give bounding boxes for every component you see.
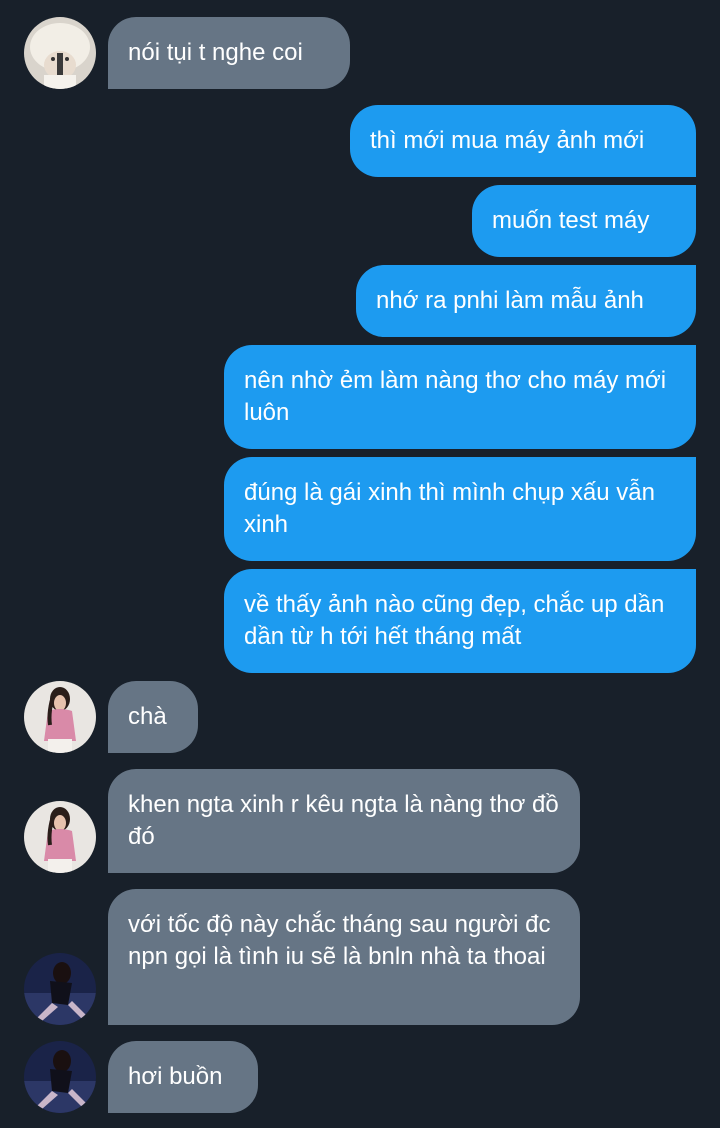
message-bubble-incoming[interactable]: hơi buồn [108, 1041, 258, 1113]
message-text: chà [128, 703, 167, 730]
message-bubble-outgoing[interactable]: thì mới mua máy ảnh mới [350, 105, 696, 177]
message-bubble-outgoing[interactable]: nên nhờ ẻm làm nàng thơ cho máy mới luôn [224, 345, 696, 449]
avatar-user-c[interactable] [24, 953, 96, 1025]
message-text: về thấy ảnh nào cũng đẹp, chắc up dần dầ… [244, 591, 665, 650]
message-bubble-incoming[interactable]: với tốc độ này chắc tháng sau người đc n… [108, 889, 580, 1025]
message-bubble-incoming[interactable]: khen ngta xinh r kêu ngta là nàng thơ đồ… [108, 769, 580, 873]
message-bubble-outgoing[interactable]: nhớ ra pnhi làm mẫu ảnh [356, 265, 696, 337]
message-bubble-incoming[interactable]: chà [108, 681, 198, 753]
message-bubble-outgoing[interactable]: đúng là gái xinh thì mình chụp xấu vẫn x… [224, 457, 696, 561]
message-text: nói tụi t nghe coi [128, 39, 303, 66]
avatar-user-c[interactable] [24, 1041, 96, 1113]
avatar-user-a[interactable] [24, 17, 96, 89]
message-text: muốn test máy [492, 207, 650, 234]
message-text: nên nhờ ẻm làm nàng thơ cho máy mới luôn [244, 367, 667, 426]
message-bubble-outgoing[interactable]: muốn test máy [472, 185, 696, 257]
message-text: đúng là gái xinh thì mình chụp xấu vẫn x… [244, 479, 655, 538]
message-text: với tốc độ này chắc tháng sau người đc n… [128, 911, 551, 970]
message-bubble-incoming[interactable]: nói tụi t nghe coi [108, 17, 350, 89]
message-text: hơi buồn [128, 1063, 223, 1090]
message-text: thì mới mua máy ảnh mới [370, 127, 645, 154]
message-bubble-outgoing[interactable]: về thấy ảnh nào cũng đẹp, chắc up dần dầ… [224, 569, 696, 673]
avatar-user-b[interactable] [24, 801, 96, 873]
avatar-user-b[interactable] [24, 681, 96, 753]
message-text: khen ngta xinh r kêu ngta là nàng thơ đồ… [128, 791, 559, 850]
message-text: nhớ ra pnhi làm mẫu ảnh [376, 287, 644, 314]
